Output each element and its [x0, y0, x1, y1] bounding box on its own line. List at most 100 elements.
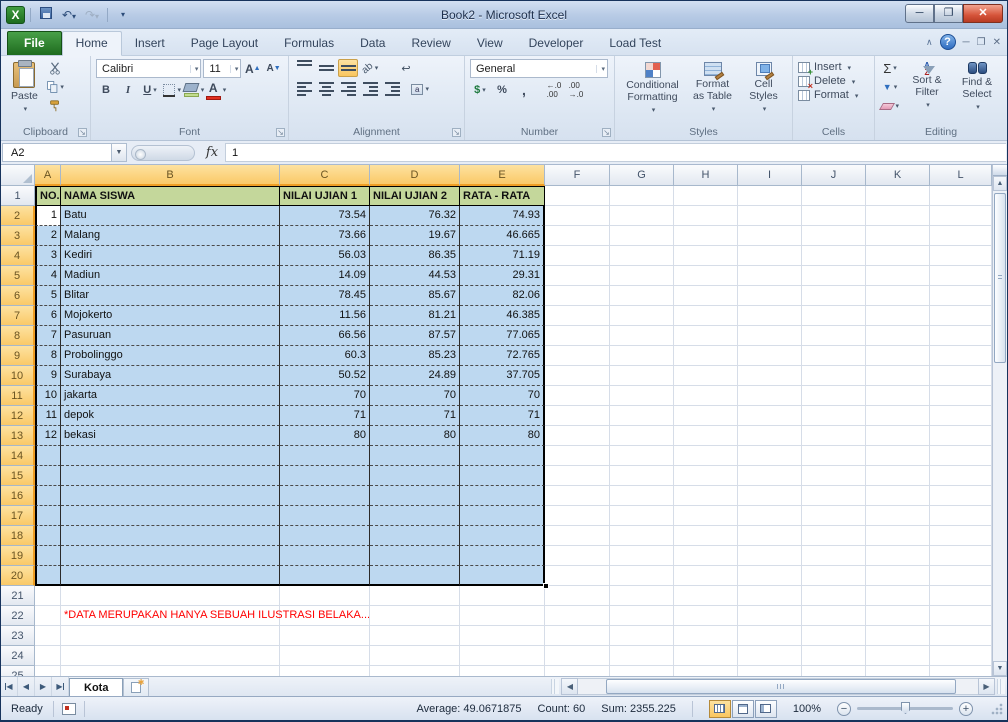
cell-C9[interactable]: 60.3 — [280, 346, 370, 366]
horizontal-scroll-track[interactable] — [578, 678, 978, 695]
cell-K21[interactable] — [866, 586, 930, 606]
borders-button[interactable] — [162, 81, 182, 99]
decrease-decimal-button[interactable]: .00 →.0 — [566, 81, 586, 99]
cell-D4[interactable]: 86.35 — [370, 246, 460, 266]
cell-D8[interactable]: 87.57 — [370, 326, 460, 346]
paste-button[interactable]: Paste — [6, 59, 43, 124]
italic-button[interactable] — [118, 81, 138, 99]
cell-G14[interactable] — [610, 446, 674, 466]
cell-J24[interactable] — [802, 646, 866, 666]
merge-center-button[interactable]: a — [410, 80, 430, 98]
cell-E13[interactable]: 80 — [460, 426, 545, 446]
cell-C14[interactable] — [280, 446, 370, 466]
row-header-9[interactable]: 9 — [1, 346, 35, 366]
row-header-8[interactable]: 8 — [1, 326, 35, 346]
cell-I25[interactable] — [738, 666, 802, 676]
cell-H14[interactable] — [674, 446, 738, 466]
cell-A20[interactable] — [35, 566, 61, 586]
row-header-17[interactable]: 17 — [1, 506, 35, 526]
row-header-4[interactable]: 4 — [1, 246, 35, 266]
cell-K3[interactable] — [866, 226, 930, 246]
cell-B3[interactable]: Malang — [61, 226, 280, 246]
cell-J17[interactable] — [802, 506, 866, 526]
row-header-6[interactable]: 6 — [1, 286, 35, 306]
cell-L19[interactable] — [930, 546, 992, 566]
cell-F9[interactable] — [545, 346, 610, 366]
cell-I16[interactable] — [738, 486, 802, 506]
delete-cells-button[interactable]: Delete — [798, 75, 869, 91]
cell-L1[interactable] — [930, 186, 992, 206]
cell-G2[interactable] — [610, 206, 674, 226]
cell-D2[interactable]: 76.32 — [370, 206, 460, 226]
cell-B4[interactable]: Kediri — [61, 246, 280, 266]
cell-I11[interactable] — [738, 386, 802, 406]
conditional-formatting-button[interactable]: Conditional Formatting — [621, 59, 685, 124]
cell-C23[interactable] — [280, 626, 370, 646]
scroll-left-button[interactable]: ◀ — [561, 678, 579, 695]
cell-A14[interactable] — [35, 446, 61, 466]
cell-J6[interactable] — [802, 286, 866, 306]
row-header-19[interactable]: 19 — [1, 546, 35, 566]
undo-button[interactable]: ↶▾ — [59, 6, 79, 24]
cell-C16[interactable] — [280, 486, 370, 506]
cell-I5[interactable] — [738, 266, 802, 286]
ribbon-tab-load-test[interactable]: Load Test — [596, 32, 674, 55]
zoom-track[interactable] — [857, 702, 953, 714]
align-right-button[interactable] — [338, 80, 358, 98]
cell-B17[interactable] — [61, 506, 280, 526]
cell-C1[interactable]: NILAI UJIAN 1 — [280, 186, 370, 206]
cell-B2[interactable]: Batu — [61, 206, 280, 226]
insert-function-button[interactable]: fx — [199, 145, 225, 160]
cell-A10[interactable]: 9 — [35, 366, 61, 386]
font-dialog-launcher-icon[interactable]: ↘ — [276, 128, 285, 137]
cell-B6[interactable]: Blitar — [61, 286, 280, 306]
cell-B25[interactable] — [61, 666, 280, 676]
cell-G17[interactable] — [610, 506, 674, 526]
cell-E16[interactable] — [460, 486, 545, 506]
cell-J23[interactable] — [802, 626, 866, 646]
comma-style-button[interactable] — [514, 81, 534, 99]
row-header-3[interactable]: 3 — [1, 226, 35, 246]
zoom-thumb[interactable] — [901, 702, 910, 714]
wrap-text-button[interactable] — [396, 59, 416, 77]
ribbon-tab-data[interactable]: Data — [347, 32, 398, 55]
cell-K14[interactable] — [866, 446, 930, 466]
vertical-scroll-track[interactable] — [993, 365, 1007, 661]
increase-indent-button[interactable] — [382, 80, 402, 98]
cell-A15[interactable] — [35, 466, 61, 486]
cell-G15[interactable] — [610, 466, 674, 486]
macro-record-icon[interactable] — [61, 702, 76, 715]
previous-sheet-button[interactable]: ◀ — [18, 677, 35, 696]
right-split-handle[interactable] — [997, 679, 1005, 694]
cell-D9[interactable]: 85.23 — [370, 346, 460, 366]
cell-F16[interactable] — [545, 486, 610, 506]
cell-B10[interactable]: Surabaya — [61, 366, 280, 386]
cell-A11[interactable]: 10 — [35, 386, 61, 406]
workbook-minimize-button[interactable]: ─ — [963, 37, 970, 48]
cell-G12[interactable] — [610, 406, 674, 426]
resize-grip-icon[interactable] — [991, 702, 1003, 715]
cell-E24[interactable] — [460, 646, 545, 666]
cell-D3[interactable]: 19.67 — [370, 226, 460, 246]
cell-L23[interactable] — [930, 626, 992, 646]
cell-E2[interactable]: 74.93 — [460, 206, 545, 226]
copy-button[interactable] — [45, 78, 65, 96]
cell-D18[interactable] — [370, 526, 460, 546]
cell-C12[interactable]: 71 — [280, 406, 370, 426]
name-box[interactable]: A2 — [2, 143, 112, 162]
cell-J14[interactable] — [802, 446, 866, 466]
vertical-split-handle[interactable] — [993, 165, 1007, 176]
row-header-10[interactable]: 10 — [1, 366, 35, 386]
cell-C19[interactable] — [280, 546, 370, 566]
ribbon-tab-developer[interactable]: Developer — [516, 32, 597, 55]
cell-E14[interactable] — [460, 446, 545, 466]
fill-button[interactable] — [880, 78, 900, 96]
cell-H6[interactable] — [674, 286, 738, 306]
zoom-out-button[interactable]: − — [837, 701, 851, 716]
cell-A8[interactable]: 7 — [35, 326, 61, 346]
cell-C7[interactable]: 11.56 — [280, 306, 370, 326]
cell-I15[interactable] — [738, 466, 802, 486]
cell-I10[interactable] — [738, 366, 802, 386]
cell-I3[interactable] — [738, 226, 802, 246]
column-header-A[interactable]: A — [35, 165, 61, 186]
